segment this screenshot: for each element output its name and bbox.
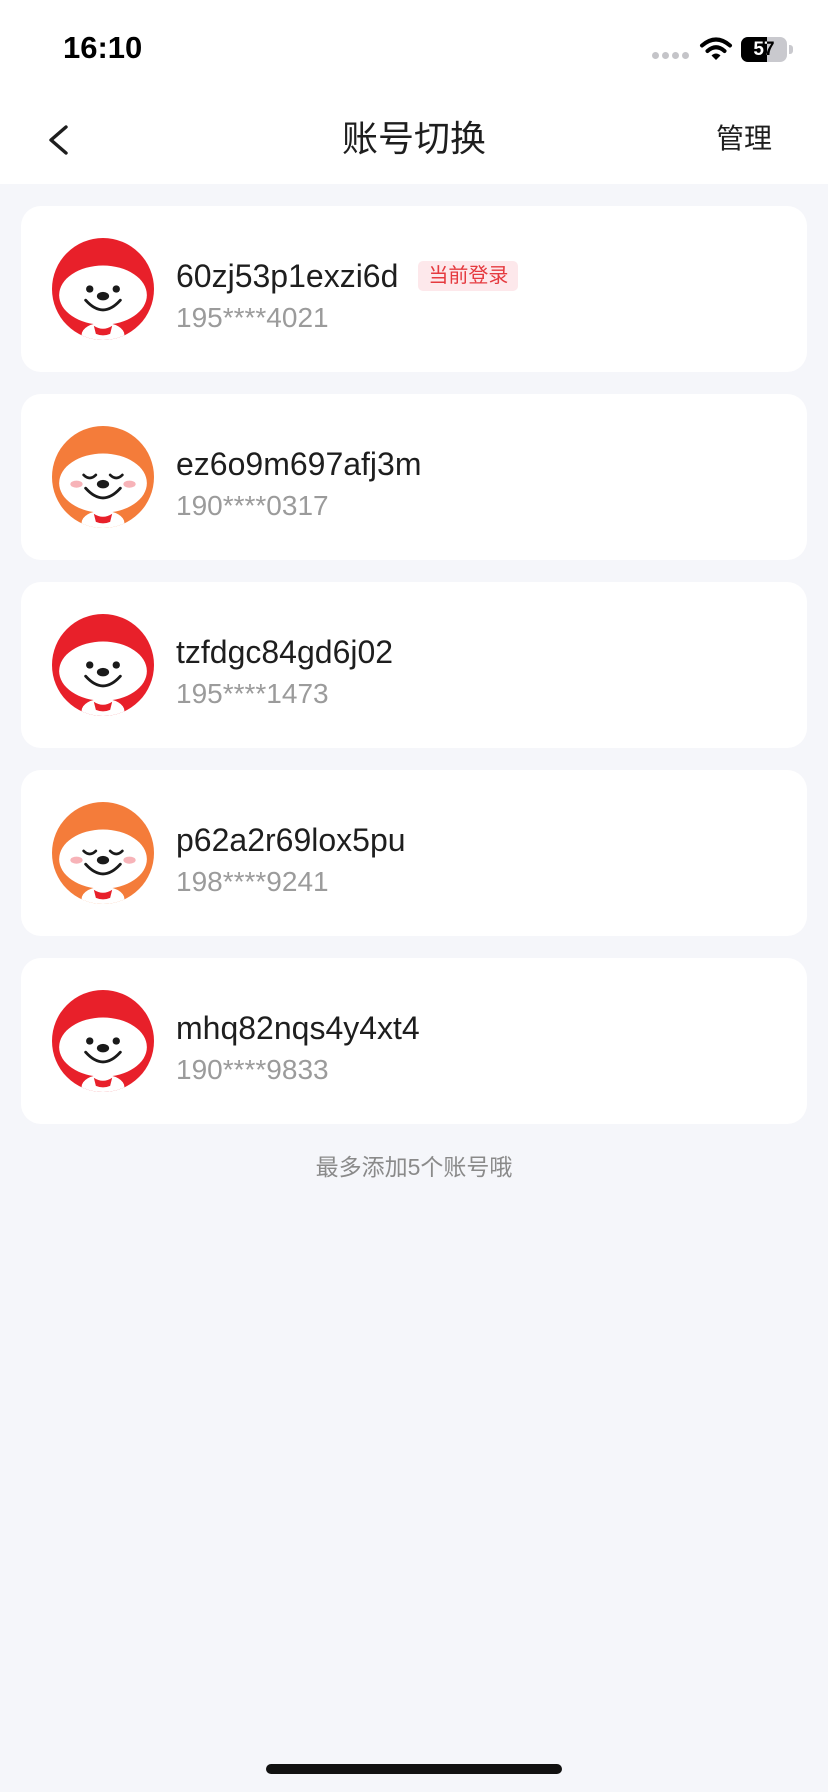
signal-dots-icon <box>652 52 689 59</box>
name-row: 60zj53p1exzi6d 当前登录 <box>176 256 776 296</box>
status-bar: 16:10 57 57 <box>0 0 828 96</box>
avatar-icon <box>52 990 154 1092</box>
account-card[interactable]: mhq82nqs4y4xt4 190****9833 <box>21 958 807 1124</box>
account-username: p62a2r69lox5pu <box>176 822 406 858</box>
account-info: tzfdgc84gd6j02 195****1473 <box>176 632 776 712</box>
account-phone: 198****9241 <box>176 866 329 897</box>
account-info: p62a2r69lox5pu 198****9241 <box>176 820 776 900</box>
account-phone: 190****0317 <box>176 490 329 521</box>
avatar-icon <box>52 802 154 904</box>
account-info: mhq82nqs4y4xt4 190****9833 <box>176 1008 776 1088</box>
signal-dot <box>672 52 679 59</box>
name-row: p62a2r69lox5pu <box>176 820 776 860</box>
name-row: mhq82nqs4y4xt4 <box>176 1008 776 1048</box>
signal-dot <box>682 52 689 59</box>
avatar-icon <box>52 238 154 340</box>
header: 16:10 57 57 账号切换 管理 <box>0 0 828 184</box>
name-row: tzfdgc84gd6j02 <box>176 632 776 672</box>
page-title: 账号切换 <box>341 118 486 159</box>
account-phone: 195****4021 <box>176 302 329 333</box>
home-indicator[interactable] <box>266 1764 562 1774</box>
avatar <box>52 802 154 904</box>
account-limit-note: 最多添加5个账号哦 <box>315 1154 513 1180</box>
name-row: ez6o9m697afj3m <box>176 444 776 484</box>
avatar <box>52 238 154 340</box>
account-username: ez6o9m697afj3m <box>176 446 422 482</box>
account-username: tzfdgc84gd6j02 <box>176 634 394 670</box>
avatar <box>52 990 154 1092</box>
avatar <box>52 614 154 716</box>
account-username: 60zj53p1exzi6d <box>176 258 399 294</box>
signal-dot <box>652 52 659 59</box>
avatar <box>52 426 154 528</box>
battery-percent-overlay: 57 <box>753 39 767 60</box>
wifi-icon <box>699 36 733 62</box>
battery-icon: 57 57 <box>741 37 787 62</box>
account-phone: 195****1473 <box>176 678 329 709</box>
signal-dot <box>662 52 669 59</box>
status-time: 16:10 <box>63 30 143 65</box>
avatar-icon <box>52 426 154 528</box>
avatar-icon <box>52 614 154 716</box>
account-info: ez6o9m697afj3m 190****0317 <box>176 444 776 524</box>
wifi-glyph <box>700 37 732 60</box>
account-username: mhq82nqs4y4xt4 <box>176 1010 420 1046</box>
nav-bar: 账号切换 管理 <box>0 96 828 184</box>
current-login-badge: 当前登录 <box>418 261 519 291</box>
battery-fill: 57 <box>741 37 768 62</box>
account-card[interactable]: tzfdgc84gd6j02 195****1473 <box>21 582 807 748</box>
battery-cap <box>789 45 793 54</box>
manage-button[interactable]: 管理 <box>716 120 772 158</box>
account-list: 60zj53p1exzi6d 当前登录 195****4021 ez6o9m69… <box>21 206 807 1124</box>
account-card[interactable]: p62a2r69lox5pu 198****9241 <box>21 770 807 936</box>
account-card[interactable]: 60zj53p1exzi6d 当前登录 195****4021 <box>21 206 807 372</box>
account-info: 60zj53p1exzi6d 当前登录 195****4021 <box>176 256 776 336</box>
account-card[interactable]: ez6o9m697afj3m 190****0317 <box>21 394 807 560</box>
account-phone: 190****9833 <box>176 1054 329 1085</box>
